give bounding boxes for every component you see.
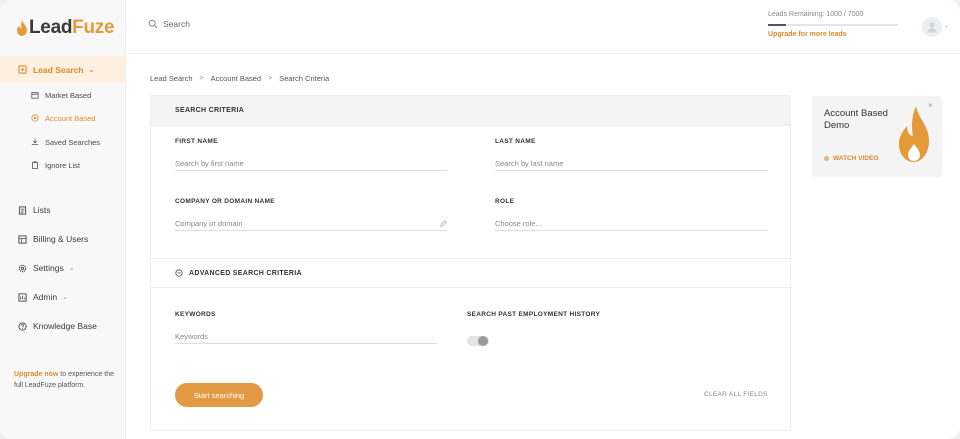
logo-text-fuze: Fuze <box>72 17 115 38</box>
role-label: ROLE <box>495 198 515 205</box>
past-employment-label: SEARCH PAST EMPLOYMENT HISTORY <box>467 311 601 318</box>
building-icon <box>31 92 39 99</box>
upgrade-note: Upgrade now to experience the full LeadF… <box>14 369 119 391</box>
keywords-label: KEYWORDS <box>175 311 216 318</box>
past-employment-toggle[interactable] <box>467 336 489 346</box>
sidebar-item-label: Lead Search <box>33 64 84 75</box>
breadcrumb-lead-search[interactable]: Lead Search <box>150 74 193 83</box>
leads-remaining: Leads Remaining: 1000 / 7000 Upgrade for… <box>768 11 898 38</box>
sidebar-item-label: Knowledge Base <box>33 321 97 331</box>
sidebar-item-knowledge-base[interactable]: Knowledge Base <box>18 318 97 334</box>
last-name-label: LAST NAME <box>495 138 536 145</box>
company-input[interactable] <box>175 219 420 228</box>
watch-video-link[interactable]: WATCH VIDEO <box>824 155 878 162</box>
leads-remaining-label: Leads Remaining: 1000 / 7000 <box>768 11 864 18</box>
filter-icon <box>18 65 27 74</box>
logo-text-lead: Lead <box>29 17 73 38</box>
collapse-icon <box>175 269 183 277</box>
toggle-knob <box>478 336 488 346</box>
user-icon <box>927 22 937 33</box>
list-icon <box>18 205 27 215</box>
upgrade-leads-link[interactable]: Upgrade for more leads <box>768 31 898 38</box>
keywords-input[interactable] <box>175 332 411 341</box>
sidebar-item-billing-users[interactable]: Billing & Users <box>18 231 88 247</box>
app-window: Lead Fuze Lead Search ⌄ Market Based Acco… <box>0 0 960 439</box>
watch-video-label: WATCH VIDEO <box>833 155 879 162</box>
avatar[interactable] <box>922 17 942 37</box>
card-header: SEARCH CRITERIA <box>151 96 790 126</box>
help-icon <box>18 321 27 331</box>
sidebar-item-lead-search[interactable]: Lead Search ⌄ <box>0 56 126 83</box>
sidebar-item-label: Settings <box>33 263 64 273</box>
sidebar-subitem-label: Market Based <box>45 90 92 100</box>
advanced-search-toggle[interactable]: ADVANCED SEARCH CRITERIA <box>151 258 792 288</box>
search-icon <box>148 19 158 29</box>
last-name-input[interactable] <box>495 159 741 168</box>
keywords-field: KEYWORDS <box>175 311 437 344</box>
sidebar-subitem-label: Account Based <box>45 113 96 123</box>
search-box <box>148 19 363 29</box>
leads-progress-bar <box>768 24 898 26</box>
first-name-field: FIRST NAME <box>175 138 447 171</box>
breadcrumb-account-based[interactable]: Account Based <box>211 74 261 83</box>
play-icon <box>824 156 829 161</box>
sidebar: Lead Fuze Lead Search ⌄ Market Based Acco… <box>0 0 126 439</box>
sidebar-item-label: Billing & Users <box>33 234 89 244</box>
sidebar-item-settings[interactable]: Settings ⌄ <box>18 260 75 276</box>
flame-icon <box>17 20 27 36</box>
sidebar-subitem-label: Saved Searches <box>45 137 101 147</box>
company-label: COMPANY OR DOMAIN NAME <box>175 198 275 205</box>
company-field: COMPANY OR DOMAIN NAME <box>175 198 447 231</box>
sidebar-item-label: Lists <box>33 205 51 215</box>
pencil-icon <box>440 219 447 227</box>
sidebar-subitem-market-based[interactable]: Market Based <box>31 88 91 102</box>
clipboard-icon <box>32 161 38 169</box>
download-icon <box>31 138 39 145</box>
search-input[interactable] <box>163 19 363 29</box>
sidebar-item-label: Admin <box>33 292 58 302</box>
sidebar-subitem-account-based[interactable]: Account Based <box>31 111 95 125</box>
role-select[interactable] <box>495 219 741 228</box>
breadcrumb: Lead Search > Account Based > Search Cri… <box>150 74 329 83</box>
role-field: ROLE <box>495 198 768 231</box>
last-name-field: LAST NAME <box>495 138 768 171</box>
sidebar-subitem-label: Ignore List <box>45 160 81 170</box>
flame-icon <box>899 106 929 162</box>
clear-all-fields-button[interactable]: CLEAR ALL FIELDS <box>704 391 768 398</box>
top-bar: Leads Remaining: 1000 / 7000 Upgrade for… <box>126 0 960 54</box>
admin-icon <box>18 292 27 302</box>
chevron-down-icon: ⌄ <box>88 66 95 74</box>
sidebar-subitem-saved-searches[interactable]: Saved Searches <box>31 135 100 149</box>
sidebar-subitem-ignore-list[interactable]: Ignore List <box>31 158 80 172</box>
chevron-down-icon[interactable]: ⌄ <box>944 22 949 29</box>
chevron-right-icon: > <box>268 75 273 82</box>
target-icon <box>31 114 39 122</box>
start-searching-button[interactable]: Start searching <box>175 383 263 407</box>
leadfuze-logo[interactable]: Lead Fuze <box>16 16 115 40</box>
sidebar-item-admin[interactable]: Admin ⌄ <box>18 289 68 305</box>
breadcrumb-search-criteria: Search Criteria <box>279 74 330 83</box>
billing-icon <box>18 234 27 244</box>
chevron-down-icon: ⌄ <box>62 294 68 301</box>
demo-card: Account Based Demo WATCH VIDEO × <box>812 96 942 177</box>
upgrade-now-link[interactable]: Upgrade now <box>14 371 58 378</box>
first-name-input[interactable] <box>175 159 420 168</box>
gear-icon <box>18 264 27 272</box>
demo-title: Account Based Demo <box>824 108 888 131</box>
chevron-right-icon: > <box>199 75 204 82</box>
search-criteria-card: SEARCH CRITERIA FIRST NAME LAST NAME COM… <box>150 95 792 431</box>
leads-progress-fill <box>768 24 787 26</box>
chevron-down-icon: ⌄ <box>68 265 75 272</box>
advanced-search-label: ADVANCED SEARCH CRITERIA <box>189 269 302 277</box>
sidebar-item-lists[interactable]: Lists <box>18 202 50 218</box>
past-employment-field: SEARCH PAST EMPLOYMENT HISTORY <box>467 311 717 318</box>
first-name-label: FIRST NAME <box>175 138 218 145</box>
